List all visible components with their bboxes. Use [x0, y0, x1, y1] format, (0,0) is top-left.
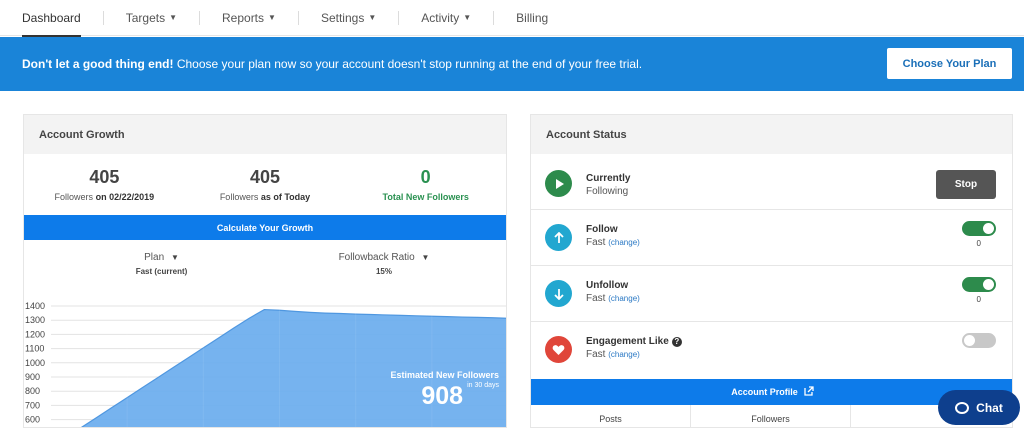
top-nav: Dashboard Targets ▼ Reports ▼ Settings ▼ Ac…	[0, 0, 1024, 37]
heart-icon	[545, 336, 572, 363]
y-tick-label: 1100	[25, 344, 44, 354]
change-engagement-link[interactable]: (change)	[608, 350, 640, 359]
chat-bubble-icon	[955, 401, 970, 414]
help-icon[interactable]: ?	[671, 336, 682, 347]
nav-activity[interactable]: Activity ▼	[399, 0, 493, 36]
account-status-title: Account Status	[531, 115, 1012, 154]
toggle-knob	[964, 335, 975, 346]
chat-button[interactable]: Chat	[938, 390, 1020, 425]
y-tick-label: 1000	[25, 358, 45, 368]
y-tick-label: 600	[25, 415, 40, 425]
followers-today-stat: 405 Followers as of Today	[219, 167, 311, 202]
account-growth-card: Account Growth 405 Followers on 02/22/20…	[23, 114, 507, 428]
growth-stats: 405 Followers on 02/22/2019 405 Follower…	[24, 154, 506, 215]
estimated-followers-label: Estimated New Followers 908 in 30 days	[390, 370, 499, 410]
y-tick-label: 1300	[25, 315, 45, 325]
engagement-like-toggle[interactable]	[962, 333, 996, 348]
nav-dashboard[interactable]: Dashboard	[0, 0, 103, 37]
plan-selector[interactable]: Plan ▼ Fast (current)	[114, 252, 209, 276]
tab-posts[interactable]: Posts	[531, 405, 691, 427]
y-tick-label: 800	[25, 386, 40, 396]
play-icon	[545, 170, 572, 197]
banner-text: Don't let a good thing end! Choose your …	[22, 57, 643, 71]
toggle-knob	[983, 279, 994, 290]
nav-settings[interactable]: Settings ▼	[299, 0, 398, 36]
caret-down-icon: ▼	[463, 13, 472, 22]
growth-selectors: Plan ▼ Fast (current) Followback Ratio ▼…	[24, 240, 506, 292]
status-row-engagement-like: Engagement Like? Fast (change)	[531, 322, 1012, 378]
unfollow-count: 0	[976, 295, 981, 304]
followers-start-stat: 405 Followers on 02/22/2019	[54, 167, 155, 202]
total-new-followers-stat: 0 Total New Followers	[382, 167, 469, 202]
choose-plan-button[interactable]: Choose Your Plan	[887, 48, 1012, 79]
followback-ratio-selector[interactable]: Followback Ratio ▼ 15%	[324, 252, 444, 276]
status-row-follow: Follow Fast (change) 0	[531, 210, 1012, 266]
toggle-knob	[983, 223, 994, 234]
y-tick-label: 900	[25, 372, 40, 382]
account-growth-title: Account Growth	[24, 115, 506, 154]
nav-targets[interactable]: Targets ▼	[104, 0, 199, 36]
y-tick-label: 700	[25, 400, 40, 410]
trial-banner: Don't let a good thing end! Choose your …	[0, 37, 1024, 91]
arrow-down-icon	[545, 280, 572, 307]
follow-count: 0	[976, 239, 981, 248]
change-follow-link[interactable]: (change)	[608, 238, 640, 247]
calculate-growth-button[interactable]: Calculate Your Growth	[24, 215, 506, 240]
y-tick-label: 1200	[25, 329, 45, 339]
caret-down-icon: ▼	[170, 253, 179, 262]
caret-down-icon: ▼	[421, 253, 430, 262]
status-row-currently: Currently Following Stop	[531, 154, 1012, 210]
caret-down-icon: ▼	[268, 13, 276, 22]
growth-chart: 50060070080090010001100120013001400 Esti…	[24, 292, 506, 427]
nav-billing[interactable]: Billing	[494, 0, 570, 36]
y-tick-label: 1400	[25, 301, 45, 311]
stop-button[interactable]: Stop	[936, 170, 996, 199]
unfollow-toggle[interactable]	[962, 277, 996, 292]
arrow-up-icon	[545, 224, 572, 251]
change-unfollow-link[interactable]: (change)	[608, 294, 640, 303]
external-link-icon	[804, 385, 814, 399]
status-row-unfollow: Unfollow Fast (change) 0	[531, 266, 1012, 322]
caret-down-icon: ▼	[169, 13, 177, 22]
account-status-card: Account Status Currently Following Stop …	[530, 114, 1013, 428]
follow-toggle[interactable]	[962, 221, 996, 236]
tab-followers[interactable]: Followers	[691, 405, 851, 427]
caret-down-icon: ▼	[368, 13, 377, 22]
nav-reports[interactable]: Reports ▼	[200, 0, 298, 36]
